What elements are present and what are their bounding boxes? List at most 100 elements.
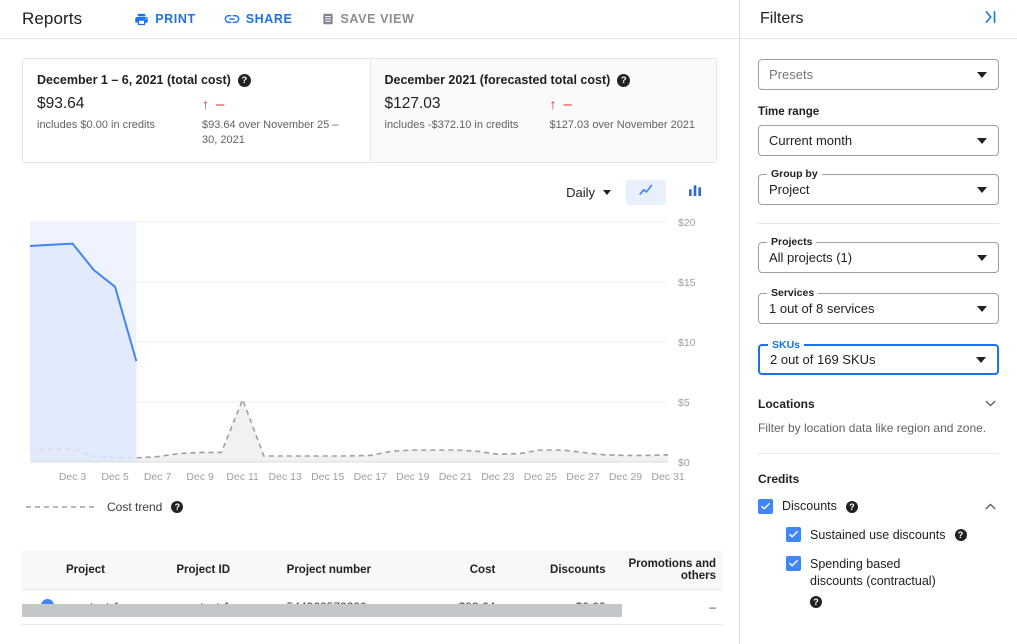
delta-dash: – [216,97,224,112]
bar-chart-icon [687,182,703,203]
svg-text:Dec 17: Dec 17 [354,471,387,483]
col-project[interactable]: Project [60,551,170,590]
legend-label: Cost trend [107,500,162,514]
chevron-up-icon[interactable] [982,498,999,515]
divider [758,453,999,454]
group-by-select[interactable]: Group by Project [758,174,999,205]
svg-text:Dec 25: Dec 25 [524,471,557,483]
chevron-down-icon [977,255,987,261]
card-amount: $127.03 [385,95,550,113]
help-icon[interactable]: ? [955,529,967,541]
group-by-value: Project [769,182,809,197]
presets-select[interactable]: Presets [758,59,999,90]
help-icon[interactable]: ? [846,501,858,513]
svg-text:Dec 15: Dec 15 [311,471,344,483]
cost-chart: $0$5$10$15$20Dec 3Dec 5Dec 7Dec 9Dec 11D… [22,212,722,490]
summary-card-total-cost: December 1 – 6, 2021 (total cost) ? $93.… [23,59,371,162]
collapse-panel-icon [981,8,999,31]
save-view-label: SAVE VIEW [341,12,415,26]
granularity-dropdown[interactable]: Daily [560,181,617,204]
svg-text:Dec 23: Dec 23 [481,471,514,483]
col-project-number[interactable]: Project number [281,551,391,590]
col-project-id[interactable]: Project ID [170,551,280,590]
spending-based-discounts-checkbox[interactable] [786,556,801,571]
sustained-use-discounts-row: Sustained use discounts ? [786,527,999,544]
card-body: $93.64 includes $0.00 in credits ↑ – $93… [37,95,354,148]
spending-based-discounts-row: Spending based discounts (contractual) ? [786,556,999,610]
svg-text:Dec 21: Dec 21 [439,471,472,483]
card-title: December 1 – 6, 2021 (total cost) ? [37,73,354,87]
chevron-down-icon [977,187,987,193]
svg-text:Dec 11: Dec 11 [226,471,259,483]
line-chart-toggle[interactable] [626,180,666,205]
printer-icon [134,12,149,27]
help-icon[interactable]: ? [617,74,630,87]
projects-label: Projects [767,236,816,248]
link-icon [224,11,240,27]
share-button[interactable]: SHARE [224,11,293,27]
svg-text:$15: $15 [678,277,696,289]
svg-text:$20: $20 [678,217,696,229]
help-icon[interactable]: ? [238,74,251,87]
card-comparison: $93.64 over November 25 – 30, 2021 [202,118,354,148]
locations-section-header[interactable]: Locations [758,395,999,412]
chevron-down-icon [603,190,611,195]
page-title: Reports [22,9,82,29]
sustained-use-discounts-checkbox[interactable] [786,527,801,542]
filters-body: Presets Time range Current month Group b… [740,39,1017,610]
card-delta-block: ↑ – $93.64 over November 25 – 30, 2021 [202,95,354,148]
services-value: 1 out of 8 services [769,301,875,316]
summary-cards: December 1 – 6, 2021 (total cost) ? $93.… [22,58,717,163]
card-delta-block: ↑ – $127.03 over November 2021 [550,95,701,133]
projects-value: All projects (1) [769,250,852,265]
locations-description: Filter by location data like region and … [758,421,999,435]
divider [758,223,999,224]
top-toolbar: Reports PRINT [0,0,739,39]
svg-text:$5: $5 [678,397,690,409]
discounts-checkbox[interactable] [758,499,773,514]
help-icon[interactable]: ? [171,501,183,513]
svg-text:Dec 29: Dec 29 [609,471,642,483]
chevron-down-icon [977,138,987,144]
projects-select[interactable]: Projects All projects (1) [758,242,999,273]
card-amount-block: $127.03 includes -$372.10 in credits [385,95,550,133]
locations-label: Locations [758,397,815,411]
svg-text:Dec 7: Dec 7 [144,471,172,483]
card-amount-block: $93.64 includes $0.00 in credits [37,95,202,148]
svg-text:Dec 3: Dec 3 [59,471,87,483]
save-view-icon [321,12,335,26]
skus-select[interactable]: SKUs 2 out of 169 SKUs [758,344,999,375]
chart-legend: Cost trend ? [26,500,183,514]
filters-header: Filters [740,0,1017,39]
discounts-label: Discounts [782,498,837,515]
chevron-down-icon[interactable] [982,395,999,412]
spacer [758,375,999,395]
table-horizontal-scrollbar[interactable] [22,604,722,617]
card-credits-note: includes -$372.10 in credits [385,118,550,133]
card-body: $127.03 includes -$372.10 in credits ↑ –… [385,95,701,133]
table-header-row: Project Project ID Project number Cost D… [22,551,722,590]
scrollbar-thumb[interactable] [22,604,622,617]
time-range-value: Current month [769,133,852,148]
spending-based-discounts-block: Spending based discounts (contractual) ? [810,556,950,610]
collapse-panel-button[interactable] [977,4,1003,35]
time-range-select[interactable]: Current month [758,125,999,156]
col-discounts[interactable]: Discounts [501,551,611,590]
time-range-label: Time range [758,106,999,118]
line-chart-icon [638,182,655,204]
chevron-down-icon [977,72,987,78]
bar-chart-toggle[interactable] [675,180,715,205]
svg-text:Dec 27: Dec 27 [566,471,599,483]
svg-text:Dec 9: Dec 9 [186,471,214,483]
services-select[interactable]: Services 1 out of 8 services [758,293,999,324]
delta-indicator: ↑ – [202,95,354,113]
services-label: Services [767,287,818,299]
card-title-text: December 1 – 6, 2021 (total cost) [37,73,231,87]
reports-page: Reports PRINT [0,0,1017,644]
print-button[interactable]: PRINT [134,12,196,27]
col-promotions[interactable]: Promotions and others [612,551,722,590]
col-cost[interactable]: Cost [391,551,501,590]
save-view-button[interactable]: SAVE VIEW [321,12,415,26]
chevron-down-icon [976,357,986,363]
help-icon[interactable]: ? [810,596,822,608]
